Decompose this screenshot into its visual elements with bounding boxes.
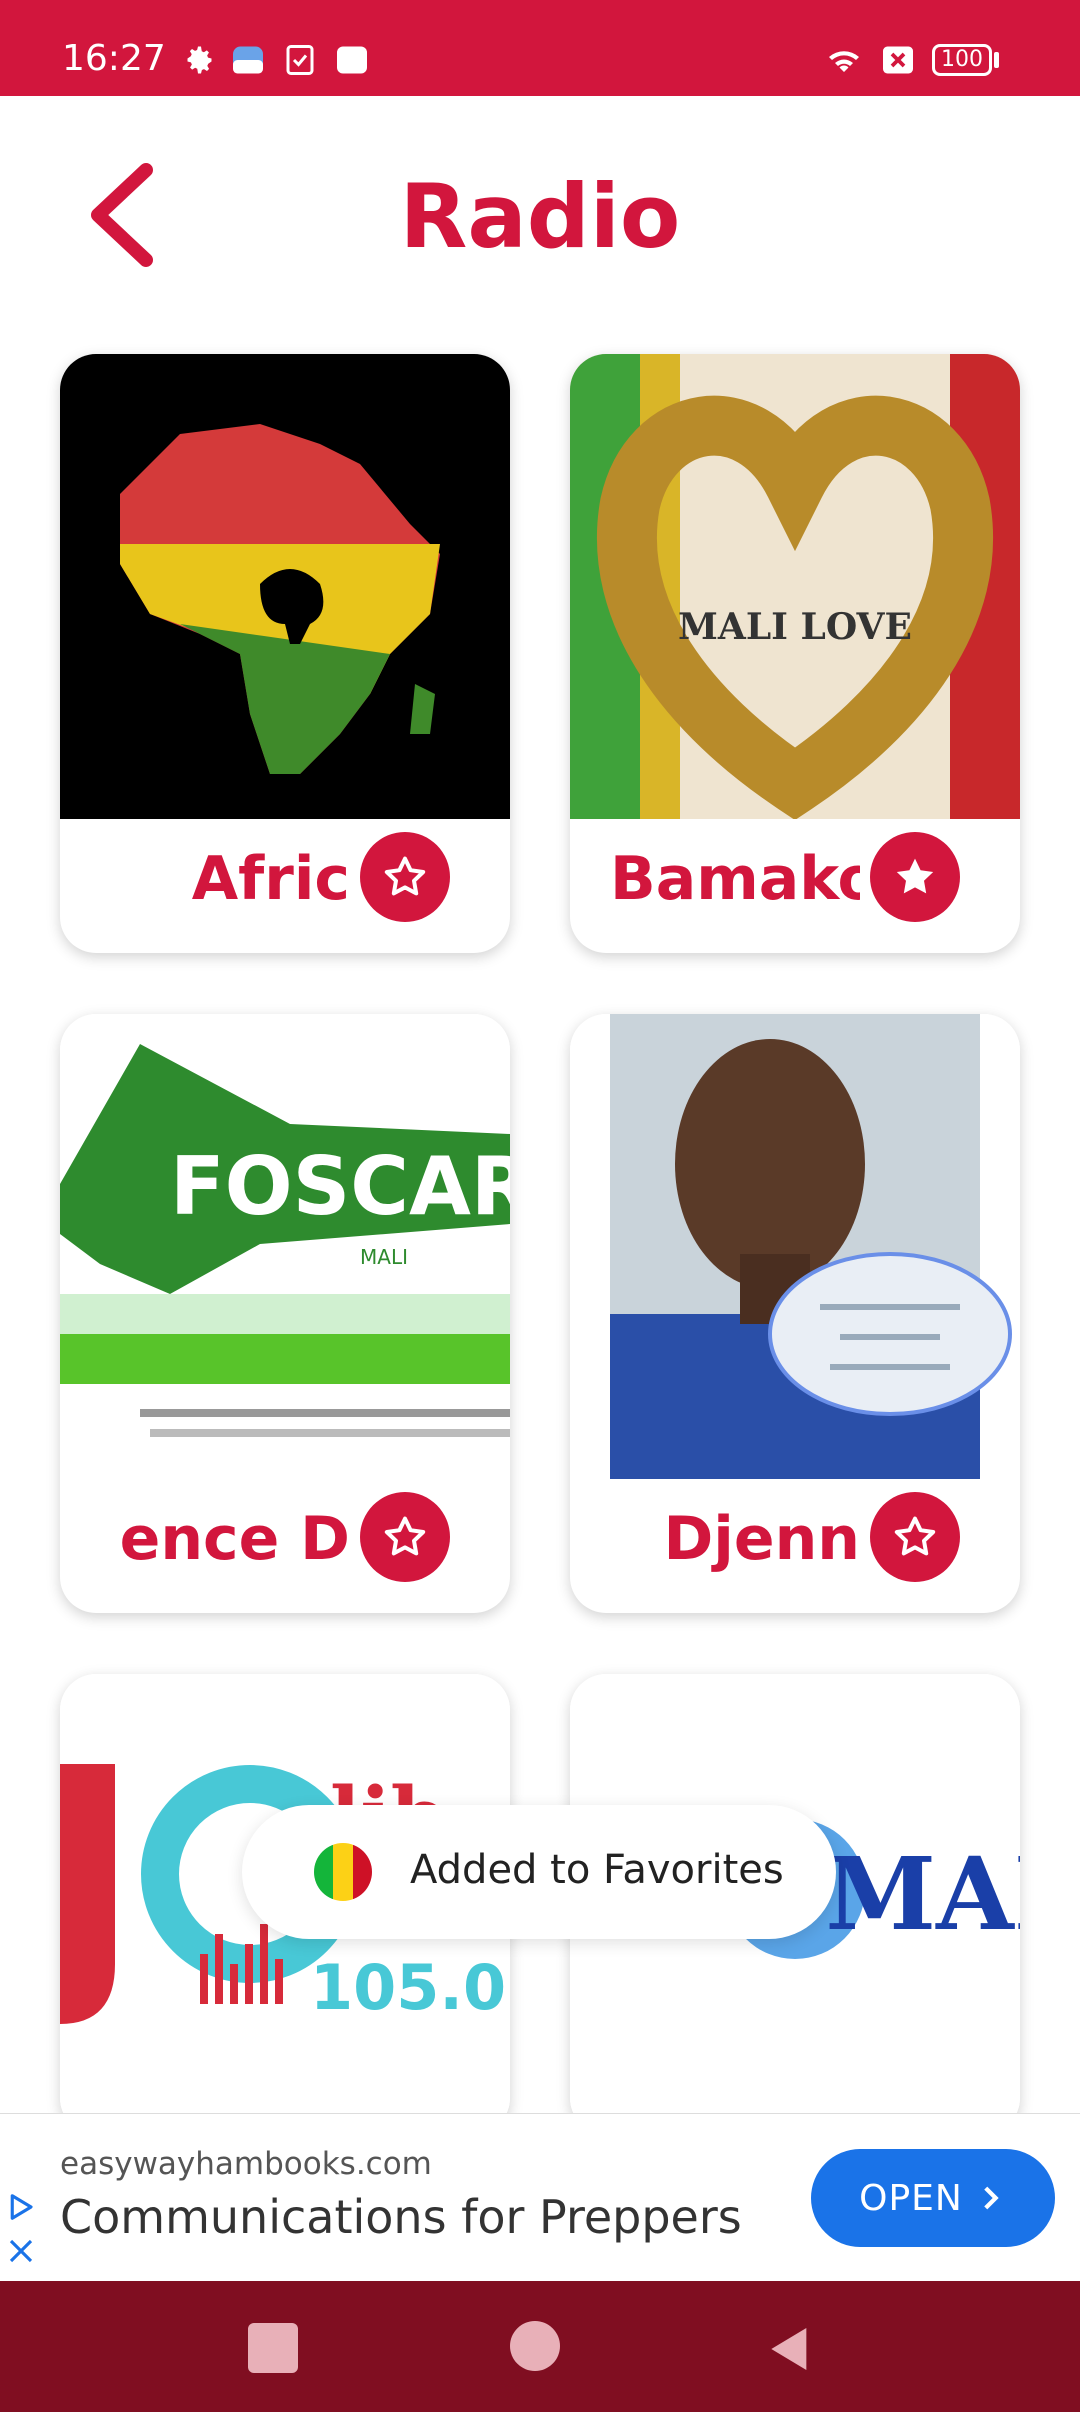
foscar-mali-logo: FOSCAR MALI <box>60 1044 510 1437</box>
station-image <box>60 354 510 819</box>
close-icon[interactable] <box>6 2236 36 2266</box>
mali-love-text: MALI LOVE <box>678 606 912 648</box>
star-outline-icon <box>384 856 426 896</box>
system-nav-bar <box>0 2281 1080 2412</box>
ad-open-button[interactable]: OPEN <box>811 2149 1055 2247</box>
star-outline-icon <box>384 1516 426 1556</box>
ad-choices-icon[interactable] <box>6 2192 36 2222</box>
station-name: Afric <box>191 844 350 914</box>
joliba-freq-text: 105.0 F <box>310 1951 510 2024</box>
favorite-button[interactable] <box>360 1492 450 1582</box>
station-name: ence D <box>119 1504 350 1574</box>
station-image <box>570 1014 1020 1479</box>
toast-text: Added to Favorites <box>410 1847 784 1893</box>
foscar-sub-text: MALI <box>360 1245 408 1269</box>
ad-banner[interactable]: easywayhambooks.com Communications for P… <box>0 2113 1080 2282</box>
triangle-back-icon <box>771 2328 807 2370</box>
back-nav-button[interactable] <box>762 2321 818 2377</box>
chevron-right-icon <box>984 2186 999 2210</box>
favorite-button[interactable] <box>870 1492 960 1582</box>
ad-open-label: OPEN <box>859 2177 963 2219</box>
station-card[interactable]: MALI LOVE Bamako <box>570 354 1020 953</box>
ad-headline[interactable]: Communications for Preppers <box>60 2190 742 2244</box>
djenne-station-photo <box>610 1014 1012 1479</box>
toast-message: Added to Favorites <box>242 1805 836 1939</box>
mali-flag-icon <box>314 1843 372 1901</box>
favorite-button[interactable] <box>360 832 450 922</box>
station-grid: Afric MALI LOVE Bamako FOSCAR MALI ence … <box>0 0 1080 2412</box>
star-outline-icon <box>894 1516 936 1556</box>
station-name: Djenn <box>663 1504 861 1574</box>
station-image: MALI LOVE <box>570 354 1020 819</box>
station-name: Bamako <box>610 844 860 914</box>
mali-love-heart-hands: MALI LOVE <box>570 354 1020 819</box>
station-card[interactable]: FOSCAR MALI ence D <box>60 1014 510 1613</box>
favorite-button[interactable] <box>870 832 960 922</box>
ad-domain: easywayhambooks.com <box>60 2146 432 2182</box>
recents-button[interactable] <box>248 2323 298 2373</box>
africa-map-logo <box>120 424 440 774</box>
station-card[interactable]: Djenn <box>570 1014 1020 1613</box>
star-filled-icon <box>896 858 934 894</box>
home-button[interactable] <box>510 2321 560 2371</box>
station-card[interactable]: Afric <box>60 354 510 953</box>
foscar-text: FOSCAR <box>170 1140 510 1233</box>
station-image: FOSCAR MALI <box>60 1014 510 1479</box>
